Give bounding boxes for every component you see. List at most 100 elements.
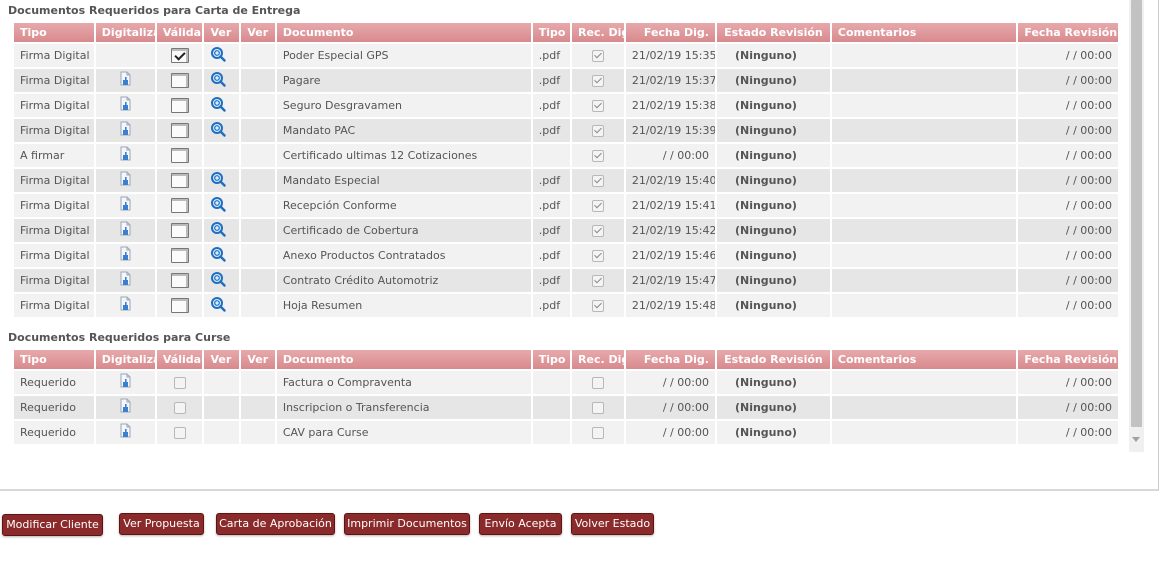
magnifier-icon[interactable]	[210, 46, 227, 65]
magnifier-icon[interactable]	[210, 196, 227, 215]
cell-fecha-dig: 21/02/19 15:40	[625, 169, 715, 192]
rec-dig-checkbox	[591, 175, 604, 187]
column-header-tipo[interactable]: Tipo	[14, 23, 94, 42]
column-header-tipo-archivo[interactable]: Tipo	[532, 23, 571, 42]
column-header-estado-revision[interactable]: Estado Revisión	[716, 350, 830, 369]
cell-estado-revision: (Ninguno)	[716, 69, 830, 92]
column-header-ver-2[interactable]: Ver	[240, 23, 275, 42]
valida-checkbox[interactable]	[173, 402, 186, 414]
valida-checkbox[interactable]	[170, 98, 189, 113]
scroll-down-arrow-icon[interactable]	[1132, 437, 1140, 442]
scan-document-icon[interactable]	[118, 146, 132, 165]
column-header-comentarios[interactable]: Comentarios	[831, 350, 1017, 369]
modificar-cliente-button[interactable]: Modificar Cliente	[2, 514, 103, 536]
magnifier-icon[interactable]	[210, 121, 227, 140]
scan-document-icon[interactable]	[118, 398, 132, 417]
magnifier-icon[interactable]	[210, 96, 227, 115]
scan-document-icon[interactable]	[118, 96, 132, 115]
cell-fecha-revision: / / 00:00	[1018, 396, 1118, 419]
table-row: Firma Digital Mandato PAC .pdf 21/02/19 15:…	[14, 119, 1118, 142]
cell-fecha-dig: 21/02/19 15:37	[625, 69, 715, 92]
column-header-valida[interactable]: Válida	[156, 350, 203, 369]
cell-documento: CAV para Curse	[276, 421, 531, 444]
column-header-rec-dig[interactable]: Rec. Dig.	[572, 23, 624, 42]
magnifier-icon[interactable]	[210, 71, 227, 90]
scan-document-icon[interactable]	[118, 171, 132, 190]
scan-document-icon[interactable]	[118, 373, 132, 392]
rec-dig-checkbox	[591, 150, 604, 162]
column-header-tipo-archivo[interactable]: Tipo	[532, 350, 571, 369]
column-header-documento[interactable]: Documento	[276, 350, 531, 369]
cell-comentarios	[831, 194, 1017, 217]
valida-checkbox[interactable]	[170, 148, 189, 163]
cell-ver-2	[240, 44, 275, 67]
magnifier-icon[interactable]	[210, 171, 227, 190]
magnifier-icon[interactable]	[210, 221, 227, 240]
magnifier-icon[interactable]	[210, 296, 227, 315]
column-header-digitalizar[interactable]: Digitalizar	[95, 350, 155, 369]
valida-checkbox[interactable]	[173, 377, 186, 389]
column-header-rec-dig[interactable]: Rec. Dig.	[572, 350, 624, 369]
ver-propuesta-button[interactable]: Ver Propuesta	[119, 513, 204, 535]
cell-ver	[204, 69, 239, 92]
valida-checkbox[interactable]	[170, 48, 189, 63]
cell-estado-revision: (Ninguno)	[716, 169, 830, 192]
column-header-fecha-dig[interactable]: Fecha Dig.	[625, 23, 715, 42]
column-header-documento[interactable]: Documento	[276, 23, 531, 42]
scan-document-icon[interactable]	[118, 246, 132, 265]
column-header-fecha-revision[interactable]: Fecha Revisión	[1018, 23, 1118, 42]
valida-checkbox[interactable]	[170, 198, 189, 213]
column-header-tipo[interactable]: Tipo	[14, 350, 94, 369]
carta-aprobacion-button[interactable]: Carta de Aprobación	[216, 513, 335, 535]
cell-documento: Recepción Conforme	[276, 194, 531, 217]
cell-documento: Pagare	[276, 69, 531, 92]
valida-checkbox[interactable]	[170, 173, 189, 188]
imprimir-documentos-button[interactable]: Imprimir Documentos	[344, 513, 470, 535]
cell-ver-2	[240, 194, 275, 217]
cell-digitalizar	[95, 194, 155, 217]
column-header-estado-revision[interactable]: Estado Revisión	[716, 23, 830, 42]
valida-checkbox[interactable]	[173, 427, 186, 439]
scan-document-icon[interactable]	[118, 271, 132, 290]
magnifier-icon[interactable]	[210, 246, 227, 265]
column-header-comentarios[interactable]: Comentarios	[831, 23, 1017, 42]
scan-document-icon[interactable]	[118, 221, 132, 240]
column-header-fecha-revision[interactable]: Fecha Revisión	[1018, 350, 1118, 369]
table-row: Firma Digital Mandato Especial .pdf 21/02/1…	[14, 169, 1118, 192]
table-row: Requerido Inscripcion o Transferencia / / …	[14, 396, 1118, 419]
scan-document-icon[interactable]	[118, 71, 132, 90]
cell-fecha-dig: / / 00:00	[625, 421, 715, 444]
scan-document-icon[interactable]	[118, 196, 132, 215]
scan-document-icon[interactable]	[118, 423, 132, 442]
valida-checkbox[interactable]	[170, 273, 189, 288]
scan-document-icon[interactable]	[118, 296, 132, 315]
column-header-ver[interactable]: Ver	[204, 350, 239, 369]
cell-estado-revision: (Ninguno)	[716, 371, 830, 394]
magnifier-icon[interactable]	[210, 271, 227, 290]
valida-checkbox[interactable]	[170, 248, 189, 263]
volver-estado-button[interactable]: Volver Estado	[571, 513, 654, 535]
column-header-fecha-dig[interactable]: Fecha Dig.	[625, 350, 715, 369]
cell-digitalizar	[95, 244, 155, 267]
valida-checkbox[interactable]	[170, 223, 189, 238]
valida-checkbox[interactable]	[170, 73, 189, 88]
column-header-valida[interactable]: Válida	[156, 23, 203, 42]
scan-document-icon[interactable]	[118, 121, 132, 140]
cell-digitalizar	[95, 421, 155, 444]
envio-acepta-button[interactable]: Envío Acepta	[479, 513, 562, 535]
valida-checkbox[interactable]	[170, 123, 189, 138]
column-header-ver-2[interactable]: Ver	[240, 350, 275, 369]
column-header-ver[interactable]: Ver	[204, 23, 239, 42]
cell-valida	[156, 269, 203, 292]
column-header-digitalizar[interactable]: Digitalizar	[95, 23, 155, 42]
cell-fecha-revision: / / 00:00	[1018, 269, 1118, 292]
scrollbar-thumb[interactable]	[1131, 0, 1142, 427]
rec-dig-checkbox	[591, 402, 604, 414]
valida-checkbox[interactable]	[170, 298, 189, 313]
cell-tipo-archivo: .pdf	[532, 294, 571, 317]
rec-dig-checkbox	[591, 377, 604, 389]
cell-ver	[204, 94, 239, 117]
cell-estado-revision: (Ninguno)	[716, 119, 830, 142]
cell-estado-revision: (Ninguno)	[716, 421, 830, 444]
cell-comentarios	[831, 294, 1017, 317]
